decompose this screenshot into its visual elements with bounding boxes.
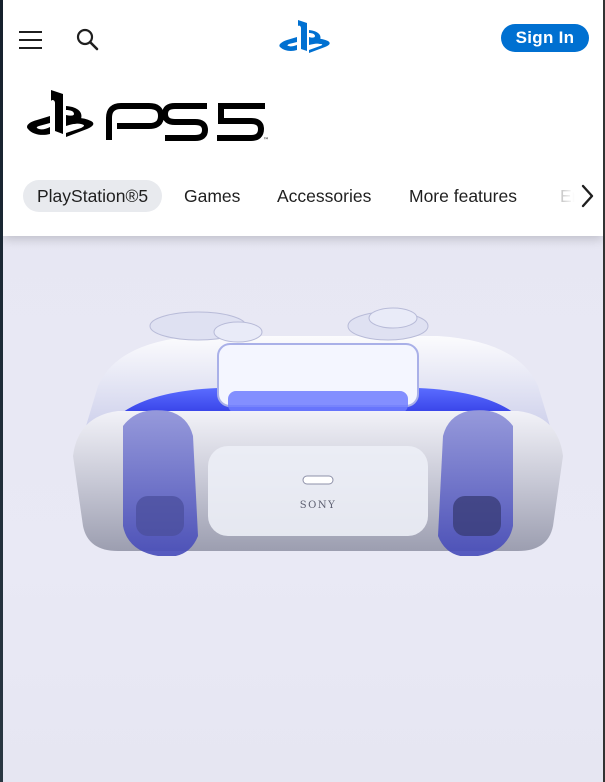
hero-section: SONY (3, 236, 603, 782)
tab-more-features[interactable]: More features (409, 180, 517, 212)
sony-wordmark: SONY (300, 500, 336, 511)
search-icon[interactable] (75, 27, 101, 53)
controller-image: SONY (58, 296, 578, 557)
section-tabs: PlayStation®5 Games Accessories More fea… (23, 180, 583, 212)
svg-text:™: ™ (263, 137, 269, 144)
menu-icon[interactable] (19, 27, 45, 51)
sign-in-button[interactable]: Sign In (501, 24, 589, 52)
site-header: Sign In ™ PlayStation®5 Games Accessorie… (3, 0, 603, 236)
playstation-logo-icon[interactable] (278, 17, 332, 59)
window-edge-left (0, 0, 3, 782)
ps5-logo: ™ (25, 88, 270, 144)
chevron-right-icon[interactable] (578, 182, 596, 210)
tab-playstation-5[interactable]: PlayStation®5 (23, 180, 163, 212)
tab-accessories[interactable]: Accessories (277, 180, 371, 212)
tab-games[interactable]: Games (184, 180, 240, 212)
